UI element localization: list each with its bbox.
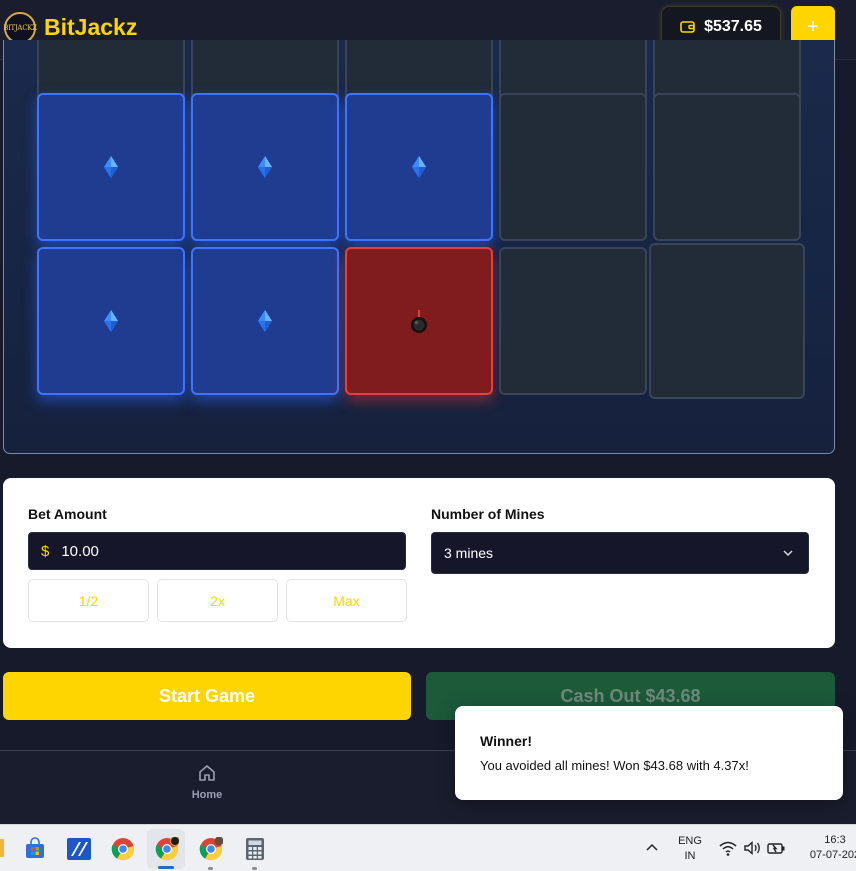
bet-amount-label: Bet Amount bbox=[28, 506, 107, 522]
tile-gem[interactable] bbox=[37, 247, 185, 395]
logo-text: BITJACKZ bbox=[3, 24, 37, 32]
store-icon[interactable] bbox=[22, 836, 48, 862]
bet-amount-input[interactable]: $ 10.00 bbox=[28, 532, 406, 570]
balance-amount: $537.65 bbox=[704, 18, 762, 35]
gem-icon bbox=[412, 156, 426, 178]
gem-icon bbox=[258, 310, 272, 332]
os-taskbar: ENG IN 16:3 07-07-202 bbox=[0, 824, 856, 871]
nav-home-label: Home bbox=[191, 789, 223, 801]
bet-panel: Bet Amount $ 10.00 1/2 2x Max Number of … bbox=[3, 478, 835, 648]
clock-date: 07-07-202 bbox=[809, 849, 856, 861]
language-indicator[interactable]: ENG IN bbox=[672, 834, 708, 864]
lang-line2: IN bbox=[684, 850, 696, 862]
tile-mine[interactable] bbox=[345, 247, 493, 395]
active-app-indicator bbox=[158, 866, 174, 869]
chrome-icon[interactable] bbox=[110, 836, 136, 862]
currency-symbol: $ bbox=[41, 542, 50, 560]
mines-select[interactable]: 3 mines bbox=[431, 532, 809, 574]
chrome-profile-2-icon[interactable] bbox=[198, 836, 224, 862]
mines-board bbox=[3, 40, 835, 454]
chevron-down-icon bbox=[783, 550, 793, 557]
tile-hidden[interactable] bbox=[499, 93, 647, 241]
nav-home[interactable]: Home bbox=[180, 763, 234, 811]
lang-line1: ENG bbox=[678, 835, 702, 847]
winner-toast: Winner! You avoided all mines! Won $43.6… bbox=[455, 706, 843, 800]
bet-amount-value: 10.00 bbox=[61, 542, 99, 560]
wallet-icon bbox=[680, 21, 695, 33]
calculator-icon[interactable] bbox=[242, 836, 268, 862]
speaker-icon[interactable] bbox=[742, 839, 762, 857]
home-icon bbox=[199, 765, 215, 781]
clock-time: 16:3 bbox=[824, 834, 846, 846]
system-clock[interactable]: 16:3 07-07-202 bbox=[800, 833, 856, 863]
half-bet-button[interactable]: 1/2 bbox=[28, 579, 149, 622]
tile-gem[interactable] bbox=[345, 93, 493, 241]
gem-icon bbox=[104, 156, 118, 178]
number-of-mines-label: Number of Mines bbox=[431, 506, 545, 522]
gem-icon bbox=[258, 156, 272, 178]
running-indicator bbox=[252, 867, 257, 870]
double-bet-button[interactable]: 2x bbox=[157, 579, 278, 622]
brand-name: BitJackz bbox=[44, 14, 138, 40]
toast-message: You avoided all mines! Won $43.68 with 4… bbox=[480, 758, 749, 773]
tile-gem[interactable] bbox=[37, 93, 185, 241]
start-game-button[interactable]: Start Game bbox=[3, 672, 411, 720]
tile-hidden[interactable] bbox=[649, 243, 805, 399]
tile-hidden[interactable] bbox=[653, 93, 801, 241]
app-icon[interactable] bbox=[66, 836, 92, 862]
taskbar-edge-icon bbox=[0, 839, 4, 857]
tile-gem[interactable] bbox=[191, 93, 339, 241]
toast-title: Winner! bbox=[480, 733, 532, 749]
running-indicator bbox=[208, 867, 213, 870]
chrome-profile-icon[interactable] bbox=[154, 836, 180, 862]
battery-icon[interactable] bbox=[766, 839, 786, 857]
chevron-up-icon[interactable] bbox=[645, 842, 659, 852]
max-bet-button[interactable]: Max bbox=[286, 579, 407, 622]
wifi-icon[interactable] bbox=[718, 839, 738, 857]
tile-hidden[interactable] bbox=[499, 247, 647, 395]
bomb-icon bbox=[411, 310, 427, 333]
mines-selected-value: 3 mines bbox=[444, 545, 494, 561]
tile-gem[interactable] bbox=[191, 247, 339, 395]
gem-icon bbox=[104, 310, 118, 332]
